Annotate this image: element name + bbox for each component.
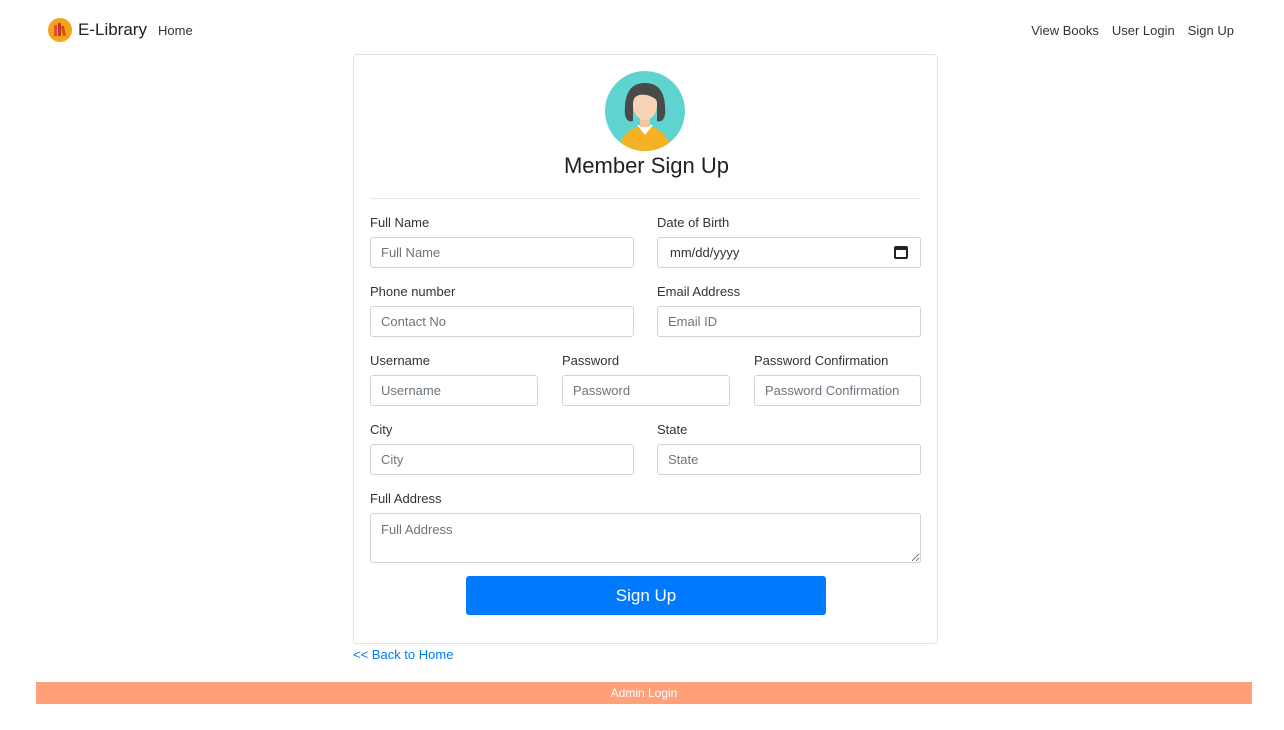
- full-name-input[interactable]: [370, 237, 634, 268]
- footer-bar: Admin Login: [36, 682, 1252, 704]
- password-label: Password: [562, 353, 620, 368]
- dob-input[interactable]: mm/dd/yyyy: [657, 237, 921, 268]
- phone-label: Phone number: [370, 284, 456, 299]
- password-input[interactable]: [562, 375, 730, 406]
- password-confirm-input[interactable]: [754, 375, 921, 406]
- address-textarea[interactable]: [370, 513, 921, 563]
- brand-link[interactable]: E-Library: [48, 18, 147, 42]
- state-input[interactable]: [657, 444, 921, 475]
- calendar-icon[interactable]: [894, 246, 908, 259]
- nav-user-login-link[interactable]: User Login: [1112, 23, 1175, 38]
- phone-input[interactable]: [370, 306, 634, 337]
- password-confirm-label: Password Confirmation: [754, 353, 889, 368]
- username-label: Username: [370, 353, 430, 368]
- back-to-home-link[interactable]: << Back to Home: [353, 647, 453, 662]
- nav-sign-up-link[interactable]: Sign Up: [1188, 23, 1234, 38]
- sign-up-button[interactable]: Sign Up: [466, 576, 826, 615]
- nav-home-link[interactable]: Home: [158, 23, 193, 38]
- email-input[interactable]: [657, 306, 921, 337]
- admin-login-link[interactable]: Admin Login: [611, 686, 678, 700]
- navbar: E-Library Home View Books User Login Sig…: [0, 0, 1284, 62]
- signup-card: Member Sign Up Full Name Date of Birth m…: [353, 54, 938, 644]
- books-logo-icon: [48, 18, 72, 42]
- nav-view-books-link[interactable]: View Books: [1031, 23, 1099, 38]
- dob-label: Date of Birth: [657, 215, 730, 230]
- city-label: City: [370, 422, 393, 437]
- page-title: Member Sign Up: [563, 153, 730, 178]
- full-name-label: Full Name: [370, 215, 430, 230]
- title-divider: [370, 198, 921, 199]
- address-label: Full Address: [370, 491, 442, 506]
- username-input[interactable]: [370, 375, 538, 406]
- nav-right-links: View Books User Login Sign Up: [1031, 23, 1234, 38]
- dob-value: mm/dd/yyyy: [670, 245, 740, 260]
- brand-name: E-Library: [78, 20, 147, 39]
- city-input[interactable]: [370, 444, 634, 475]
- state-label: State: [657, 422, 688, 437]
- email-label: Email Address: [657, 284, 741, 299]
- user-avatar-icon: [605, 71, 685, 151]
